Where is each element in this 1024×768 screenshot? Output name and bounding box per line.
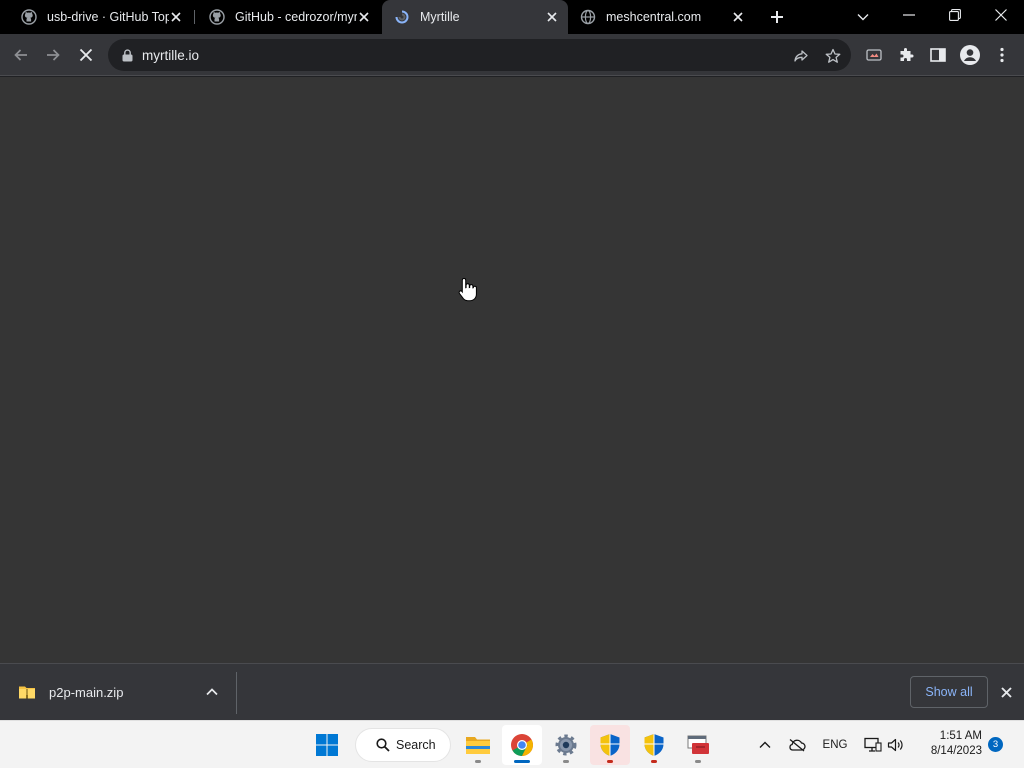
volume-tray-button[interactable]	[886, 733, 906, 757]
chevron-down-icon	[857, 14, 869, 21]
zip-folder-icon	[19, 686, 35, 699]
extensions-button[interactable]	[892, 41, 920, 69]
security-taskbar-button[interactable]	[590, 725, 630, 765]
tab-meshcentral[interactable]: meshcentral.com	[568, 0, 754, 34]
restore-button[interactable]	[932, 0, 978, 30]
close-icon	[995, 9, 1007, 21]
show-all-downloads-button[interactable]: Show all	[910, 676, 988, 708]
media-extension-icon	[866, 49, 882, 61]
close-tab-icon[interactable]	[730, 9, 746, 25]
github-icon	[21, 9, 37, 25]
system-clock[interactable]: 1:51 AM 8/14/2023	[916, 729, 982, 759]
running-indicator	[695, 760, 701, 763]
tab-github-cedrozor[interactable]: GitHub - cedrozor/myr	[188, 0, 380, 34]
gear-icon	[555, 734, 577, 756]
url-text: myrtille.io	[142, 47, 200, 63]
search-label: Search	[396, 738, 436, 752]
alert-indicator	[607, 760, 613, 763]
speaker-icon	[887, 738, 903, 752]
more-vert-icon	[1000, 47, 1004, 63]
onedrive-tray-button[interactable]	[786, 733, 808, 757]
stop-icon	[79, 48, 93, 62]
tab-myrtille[interactable]: Myrtille	[382, 0, 568, 34]
alert-indicator	[651, 760, 657, 763]
close-tab-icon[interactable]	[168, 9, 184, 25]
taskbar-search[interactable]: Search	[355, 728, 451, 762]
globe-icon	[580, 9, 596, 25]
shield-icon	[600, 734, 620, 756]
browser-window: usb-drive · GitHub Topi GitHub - cedrozo…	[0, 0, 1024, 768]
extension-button[interactable]	[860, 41, 888, 69]
chrome-taskbar-button[interactable]	[502, 725, 542, 765]
chevron-up-icon	[206, 688, 218, 696]
close-tab-icon[interactable]	[356, 9, 372, 25]
arrow-right-icon	[47, 49, 60, 61]
tab-search-button[interactable]	[852, 6, 874, 28]
search-icon	[376, 738, 390, 752]
start-button[interactable]	[307, 725, 347, 765]
folder-icon	[466, 737, 490, 754]
network-tray-button[interactable]	[862, 733, 884, 757]
hand-cursor-icon	[458, 277, 477, 302]
windows-taskbar: Search ENG 1:51 AM 8/14/2023 3	[0, 720, 1024, 768]
myrtille-icon	[394, 9, 410, 25]
clock-time: 1:51 AM	[939, 730, 982, 742]
download-shelf: p2p-main.zip Show all	[0, 663, 1024, 720]
side-panel-button[interactable]	[924, 41, 952, 69]
menu-button[interactable]	[988, 41, 1016, 69]
file-explorer-button[interactable]	[458, 725, 498, 765]
tab-usb-drive[interactable]: usb-drive · GitHub Topi	[0, 0, 192, 34]
shield-icon	[644, 734, 664, 756]
profile-button[interactable]	[956, 41, 984, 69]
close-icon	[1000, 686, 1012, 698]
cloud-offline-icon	[789, 738, 806, 752]
close-window-button[interactable]	[978, 0, 1024, 30]
tab-title: meshcentral.com	[606, 10, 702, 24]
minimize-button[interactable]	[886, 0, 932, 30]
forward-button[interactable]	[39, 41, 67, 69]
toolbox-icon	[687, 735, 709, 754]
avatar-icon	[960, 45, 980, 65]
chevron-up-icon	[759, 741, 771, 748]
puzzle-icon	[900, 48, 914, 61]
page-content[interactable]	[0, 77, 1024, 663]
star-icon[interactable]	[824, 47, 842, 65]
minimize-icon	[903, 14, 915, 16]
clock-date: 8/14/2023	[930, 745, 982, 757]
close-tab-icon[interactable]	[544, 9, 560, 25]
download-filename: p2p-main.zip	[49, 684, 124, 700]
download-separator	[236, 672, 237, 714]
share-icon[interactable]	[792, 47, 810, 65]
chrome-icon	[511, 734, 533, 756]
lock-icon[interactable]	[120, 48, 134, 62]
settings-taskbar-button[interactable]	[546, 725, 586, 765]
language-indicator[interactable]: ENG	[820, 733, 850, 757]
plus-icon	[771, 11, 783, 23]
address-bar[interactable]: myrtille.io	[108, 39, 851, 71]
tab-title: GitHub - cedrozor/myr	[235, 10, 357, 24]
active-indicator	[514, 760, 530, 763]
arrow-left-icon	[14, 49, 27, 61]
tab-title: Myrtille	[420, 10, 460, 24]
restore-icon	[949, 9, 961, 21]
stop-loading-button[interactable]	[72, 41, 100, 69]
side-panel-icon	[930, 48, 946, 62]
close-download-shelf-button[interactable]	[997, 683, 1015, 701]
browser-toolbar: myrtille.io	[0, 34, 1024, 76]
show-hidden-icons-button[interactable]	[756, 733, 774, 757]
notification-badge[interactable]: 3	[988, 737, 1003, 752]
windows-logo-icon	[316, 734, 338, 756]
network-icon	[864, 737, 882, 752]
running-indicator	[475, 760, 481, 763]
download-options-button[interactable]	[203, 683, 221, 701]
tab-strip: usb-drive · GitHub Topi GitHub - cedrozo…	[0, 0, 1024, 34]
tab-title: usb-drive · GitHub Topi	[47, 10, 169, 24]
toolbox-taskbar-button[interactable]	[678, 725, 718, 765]
running-indicator	[563, 760, 569, 763]
back-button[interactable]	[7, 41, 35, 69]
defender-taskbar-button[interactable]	[634, 725, 674, 765]
new-tab-button[interactable]	[766, 6, 788, 28]
download-item[interactable]: p2p-main.zip	[18, 683, 123, 701]
github-icon	[209, 9, 225, 25]
